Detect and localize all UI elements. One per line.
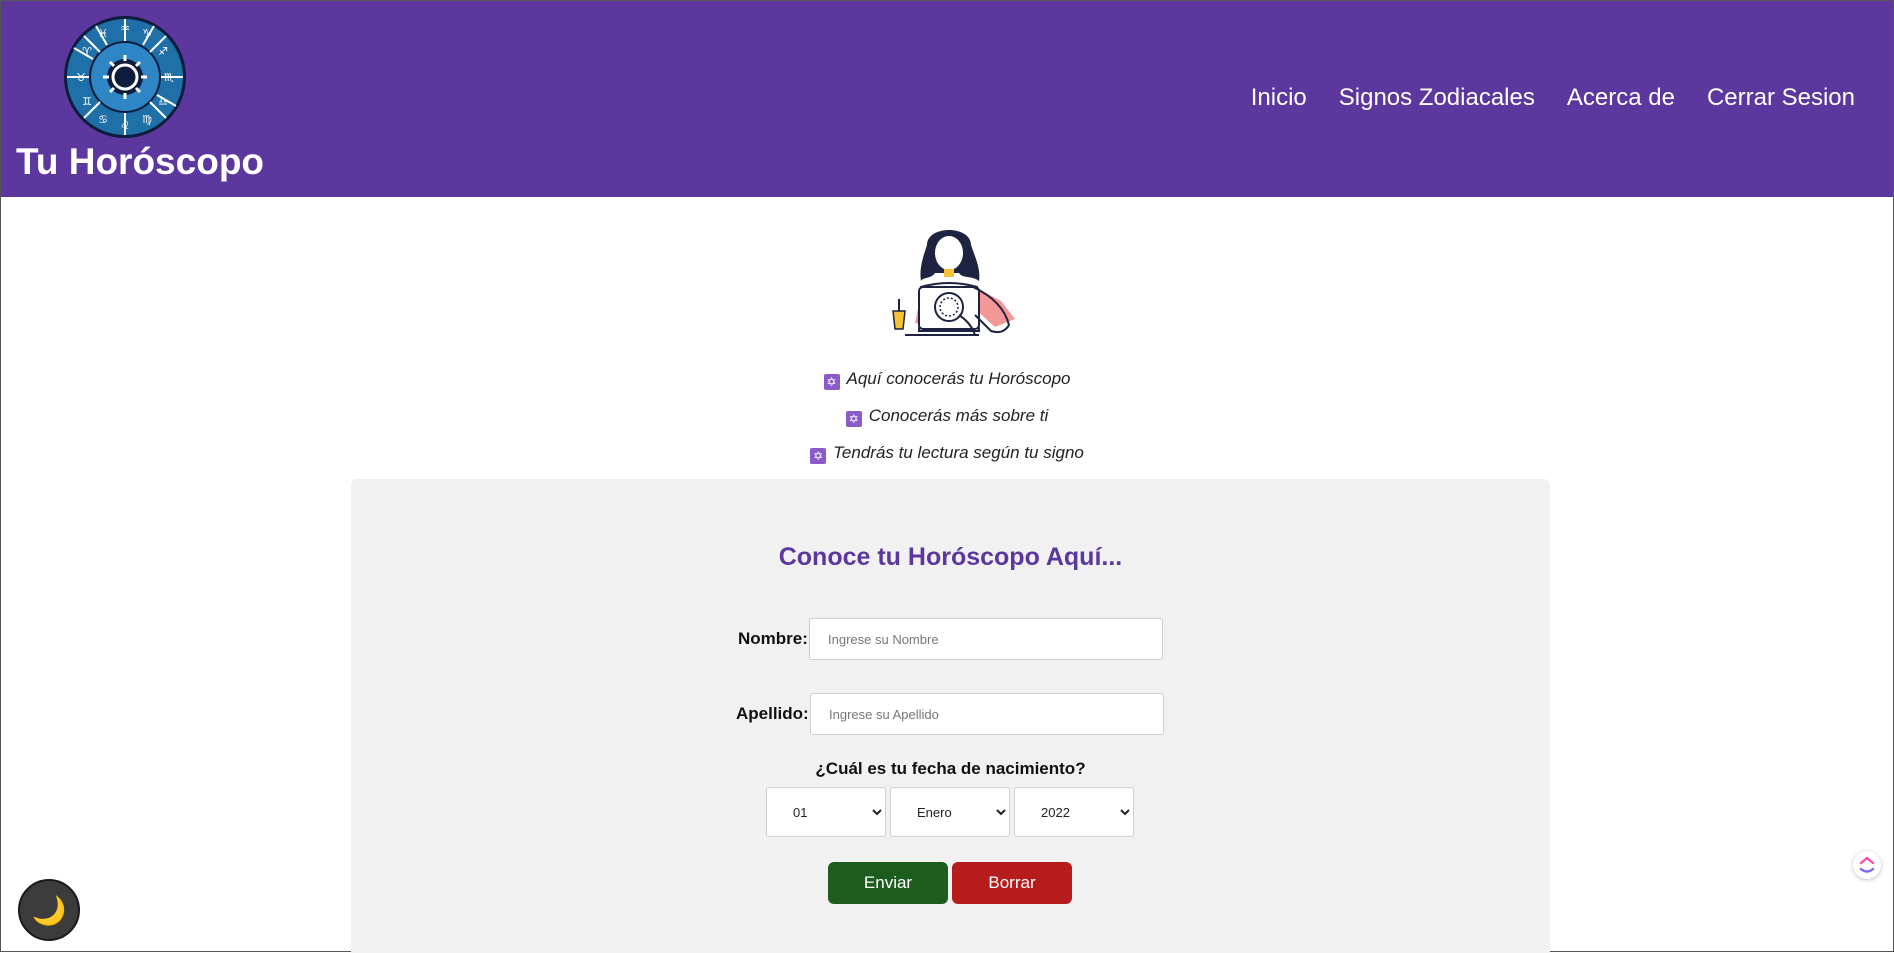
star-of-david-icon: ✡ [810, 448, 827, 464]
svg-text:♈: ♈ [82, 45, 92, 58]
birthdate-label: ¿Cuál es tu fecha de nacimiento? [815, 759, 1086, 778]
nav-acerca-de[interactable]: Acerca de [1567, 83, 1675, 113]
astrologer-illustration [892, 230, 1015, 336]
svg-text:♊: ♊ [82, 95, 92, 108]
header: ♒ ♑ ♐ ♏ ♎ ♍ ♌ ♋ ♊ ♉ ♈ ♓ Tu Horóscopo Inicio Sign… [1, 1, 1893, 197]
moon-icon: 🌙 [31, 894, 67, 926]
feature-text: Aquí conocerás tu Horóscopo [846, 369, 1071, 388]
zodiac-wheel-logo: ♒ ♑ ♐ ♏ ♎ ♍ ♌ ♋ ♊ ♉ ♈ ♓ [64, 16, 186, 138]
star-of-david-icon: ✡ [823, 374, 840, 390]
svg-text:♉: ♉ [76, 71, 86, 84]
month-select[interactable]: Enero [890, 787, 1010, 837]
apellido-label: Apellido: [736, 704, 809, 723]
svg-text:♐: ♐ [158, 45, 168, 58]
nav-cerrar-sesion[interactable]: Cerrar Sesion [1707, 83, 1855, 113]
svg-text:♓: ♓ [98, 27, 108, 40]
svg-text:♑: ♑ [142, 27, 152, 40]
feature-text: Tendrás tu lectura según tu signo [833, 443, 1084, 462]
main-nav: Inicio Signos Zodiacales Acerca de Cerra… [1251, 83, 1855, 113]
site-title[interactable]: Tu Horóscopo [16, 139, 264, 185]
svg-text:♒: ♒ [120, 22, 130, 35]
nav-inicio[interactable]: Inicio [1251, 83, 1307, 113]
nombre-input[interactable] [809, 618, 1163, 660]
feature-item: ✡ Tendrás tu lectura según tu signo [1, 443, 1893, 464]
day-select[interactable]: 01 [766, 787, 886, 837]
svg-text:♏: ♏ [164, 71, 174, 84]
enviar-button[interactable]: Enviar [828, 862, 948, 904]
apellido-input[interactable] [810, 693, 1164, 735]
form-title: Conoce tu Horóscopo Aquí... [778, 543, 1123, 571]
svg-text:♌: ♌ [120, 119, 130, 132]
nav-signos-zodiacales[interactable]: Signos Zodiacales [1339, 83, 1535, 113]
dark-mode-toggle[interactable]: 🌙 [18, 879, 80, 941]
nombre-label: Nombre: [738, 629, 808, 648]
feature-item: ✡ Conocerás más sobre ti [1, 406, 1893, 427]
feature-item: ✡ Aquí conocerás tu Horóscopo [1, 369, 1893, 390]
svg-text:♋: ♋ [98, 113, 108, 126]
svg-text:♍: ♍ [142, 113, 152, 126]
clickup-logo-icon [1859, 856, 1875, 873]
horoscope-form: Conoce tu Horóscopo Aquí... Nombre: Apel… [351, 479, 1550, 953]
borrar-button[interactable]: Borrar [952, 862, 1072, 904]
feature-text: Conocerás más sobre ti [868, 406, 1049, 425]
year-select[interactable]: 2022 [1014, 787, 1134, 837]
star-of-david-icon: ✡ [845, 411, 862, 427]
clickup-extension-icon[interactable] [1853, 851, 1881, 879]
svg-text:♎: ♎ [158, 95, 168, 108]
